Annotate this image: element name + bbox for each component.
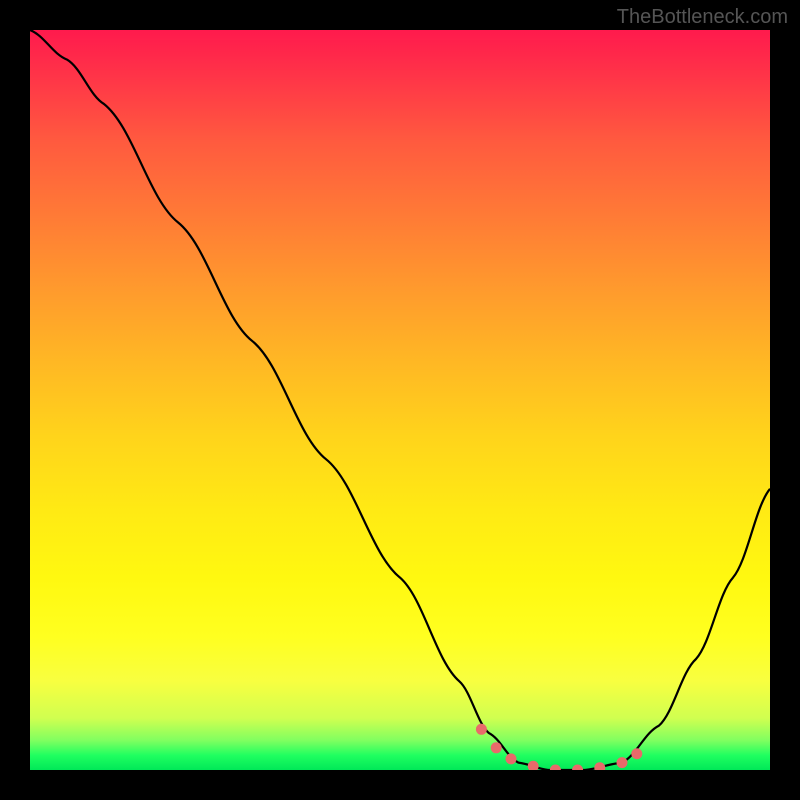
highlight-dot bbox=[594, 762, 605, 770]
highlight-dot bbox=[617, 757, 628, 768]
chart-plot-area bbox=[30, 30, 770, 770]
highlight-dot bbox=[550, 765, 561, 771]
watermark-text: TheBottleneck.com bbox=[617, 6, 788, 29]
highlight-dot bbox=[631, 748, 642, 759]
highlight-dot bbox=[572, 765, 583, 771]
highlight-dots-group bbox=[476, 724, 642, 770]
highlight-dot bbox=[491, 742, 502, 753]
highlight-dot bbox=[528, 761, 539, 770]
highlight-dot bbox=[506, 753, 517, 764]
chart-svg bbox=[30, 30, 770, 770]
highlight-dot bbox=[476, 724, 487, 735]
curve-line bbox=[30, 30, 770, 770]
